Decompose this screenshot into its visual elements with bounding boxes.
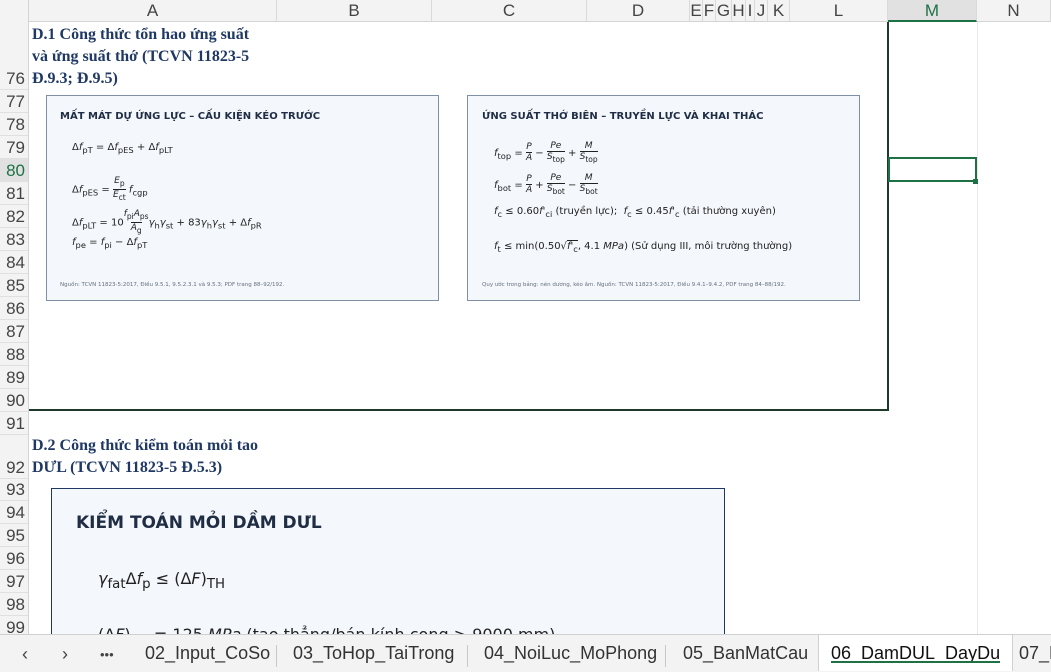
row-header-99[interactable]: 99 [0,616,28,634]
row-header-88[interactable]: 88 [0,343,28,366]
column-header-m[interactable]: M [888,0,977,22]
row-header-95[interactable]: 95 [0,524,28,547]
section-d2-title-line1: D.2 Công thức kiểm toán mỏi tao [32,437,259,454]
tab-separator [467,645,468,667]
formula-fatigue-check: γfatΔfp ≤ (ΔF)TH [98,569,226,593]
column-header-e[interactable]: E [690,0,703,22]
row-header-84[interactable]: 84 [0,251,28,274]
active-cell-m80[interactable] [888,157,977,182]
row-header-80[interactable]: 80 [0,159,28,182]
row-header-96[interactable]: 96 [0,547,28,570]
column-header-g[interactable]: G [716,0,732,22]
row-header-76[interactable]: 76 [0,67,28,90]
tab-04-noiluc-mophong[interactable]: 04_NoiLuc_MoPhong [484,643,657,664]
sheet-tab-bar: ‹ › ••• 02_Input_CoSo 03_ToHop_TaiTrong … [0,634,1051,672]
active-tab-underline [831,661,1001,663]
section-d1-title-line3: Đ.9.3; Đ.9.5) [32,70,118,87]
row-header-93[interactable]: 93 [0,479,28,501]
fiber-stress-panel: ỨNG SUẤT THỚ BIÊN – TRUYỀN LỰC VÀ KHAI T… [467,95,860,301]
formula-compression-limits: fc ≤ 0.60f'ci (truyền lực); fc ≤ 0.45f'c… [494,206,776,219]
row-header-94[interactable]: 94 [0,501,28,524]
select-all-corner[interactable] [0,0,29,22]
fiber-stress-source-note: Quy ước trong bảng: nén dương, kéo âm. N… [482,282,786,288]
row-header-85[interactable]: 85 [0,274,28,297]
row-header-89[interactable]: 89 [0,366,28,389]
tab-separator [665,645,666,667]
column-header-d[interactable]: D [587,0,690,22]
row-header-86[interactable]: 86 [0,297,28,320]
fatigue-check-title: KIỂM TOÁN MỎI DẦM DƯL [76,513,322,533]
tab-02-input-coso[interactable]: 02_Input_CoSo [145,643,270,664]
column-header-l[interactable]: L [790,0,888,22]
formula-tension-limit: ft ≤ min(0.50√f'c, 4.1 MPa) (Sử dụng III… [494,240,793,254]
row-header-bar: 76 77 78 79 80 81 82 83 84 85 86 87 88 8… [0,22,29,634]
row-header-97[interactable]: 97 [0,570,28,593]
row-header-78[interactable]: 78 [0,113,28,136]
column-header-n[interactable]: N [977,0,1051,22]
formula-fatigue-threshold: (ΔF)TH = 125 MPa (tao thẳng/bán kính con… [98,625,555,634]
fatigue-check-panel: KIỂM TOÁN MỎI DẦM DƯL γfatΔfp ≤ (ΔF)TH (… [51,488,725,634]
row-header-98[interactable]: 98 [0,593,28,616]
column-header-h[interactable]: H [732,0,746,22]
row-header-81[interactable]: 81 [0,182,28,205]
formula-effective-prestress: fpe = fpi − ΔfpT [72,237,148,250]
tab-07[interactable]: 07_L [1019,643,1051,664]
row-header-90[interactable]: 90 [0,389,28,412]
section-d1-title-line2: và ứng suất thớ (TCVN 11823-5 [32,48,250,65]
formula-total-loss: ΔfpT = ΔfpES + ΔfpLT [72,142,173,155]
section-border-right [887,22,889,411]
row-header-82[interactable]: 82 [0,205,28,228]
row-header-92[interactable]: 92 [0,435,28,479]
row-header-91[interactable]: 91 [0,412,28,435]
section-d2-title-line2: DƯL (TCVN 11823-5 Đ.5.3) [32,459,223,476]
fill-handle[interactable] [973,179,978,184]
column-header-j[interactable]: J [755,0,768,22]
tab-06-damdul-daydu[interactable]: 06_DamDUL_DayDu [818,635,1014,671]
column-header-a[interactable]: A [29,0,277,22]
row-header-83[interactable]: 83 [0,228,28,251]
active-tab-label: 06_DamDUL_DayDu [831,643,1001,663]
column-header-i[interactable]: I [746,0,755,22]
prestress-loss-source-note: Nguồn: TCVN 11823-5:2017, Điều 9.5.1, 9.… [60,282,285,288]
tab-05-banmatcau[interactable]: 05_BanMatCau [683,643,808,664]
worksheet-grid[interactable]: D.1 Công thức tổn hao ứng suất và ứng su… [29,22,1051,634]
column-header-f[interactable]: F [703,0,716,22]
formula-long-term-loss: ΔfpLT = 10fpiAps Agγhγst + 83γhγst + ΔfpR [72,209,262,235]
formula-bottom-fiber: fbot = PA + Pe Sbot − M Sbot [494,173,598,196]
formula-top-fiber: ftop = PA − Pe Stop + M Stop [494,141,598,164]
row-header-77[interactable]: 77 [0,90,28,113]
prestress-loss-panel: MẤT MÁT DỰ ỨNG LỰC – CẤU KIỆN KÉO TRƯỚC … [46,95,439,301]
tab-separator [276,645,277,667]
column-header-b[interactable]: B [277,0,432,22]
gridline [977,22,978,634]
column-header-c[interactable]: C [432,0,587,22]
prestress-loss-title: MẤT MÁT DỰ ỨNG LỰC – CẤU KIỆN KÉO TRƯỚC [60,111,321,122]
formula-elastic-shortening: ΔfpES = Ep Ect fcgp [72,176,148,202]
tab-03-tohop-taitrong[interactable]: 03_ToHop_TaiTrong [293,643,454,664]
row-header-87[interactable]: 87 [0,320,28,343]
column-header-k[interactable]: K [768,0,790,22]
section-border-bottom [29,409,889,411]
column-header-bar: A B C D E F G H I J K L M N [0,0,1051,22]
tab-scroll-prev-button[interactable]: ‹ [22,644,28,665]
tab-scroll-next-button[interactable]: › [62,644,68,665]
fiber-stress-title: ỨNG SUẤT THỚ BIÊN – TRUYỀN LỰC VÀ KHAI T… [482,111,764,122]
more-tabs-button[interactable]: ••• [100,647,114,662]
section-d1-title-line1: D.1 Công thức tổn hao ứng suất [32,26,250,43]
row-header-79[interactable]: 79 [0,136,28,159]
